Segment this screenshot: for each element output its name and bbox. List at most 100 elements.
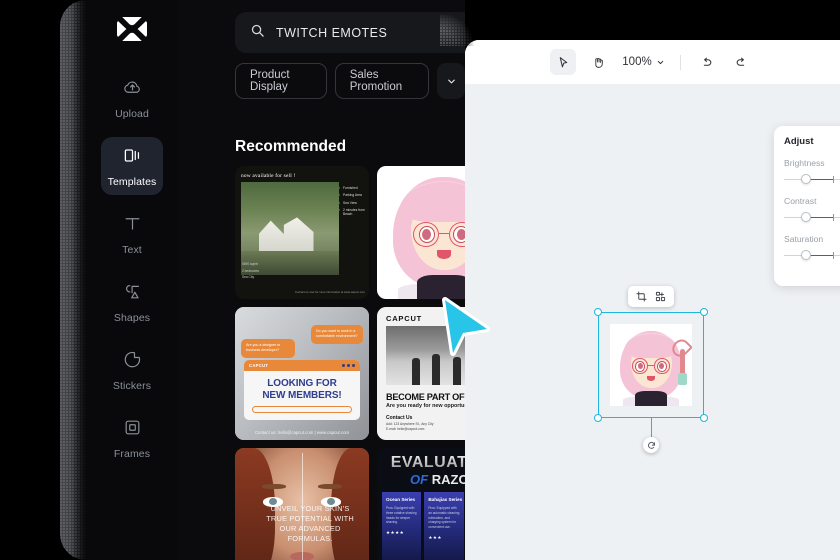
selected-image[interactable] [610, 324, 692, 406]
saturation-slider-knob[interactable] [800, 250, 811, 260]
sidebar-item-frames[interactable]: Frames [101, 409, 163, 467]
template-brand: CAPCUT [249, 363, 269, 368]
template-contact-title: Contact Us [386, 415, 413, 421]
selection-toolbar [628, 286, 674, 307]
contrast-slider-knob[interactable] [800, 212, 811, 222]
capcut-logo-icon[interactable] [117, 16, 147, 47]
cloud-upload-icon [123, 78, 142, 102]
crop-icon[interactable] [636, 291, 647, 302]
toolbar-divider [679, 54, 681, 70]
templates-grid: now available for sell ! Furnished Parki… [235, 166, 465, 560]
screen: 100% Adjust Brightness Contrast Saturati… [0, 0, 840, 560]
resize-handle-bottom-left[interactable] [594, 414, 602, 422]
speech-bubble-2: Do you want to work in a comfortable env… [311, 325, 363, 344]
search-input[interactable]: TWITCH EMOTES [235, 12, 465, 53]
sidebar-item-upload[interactable]: Upload [101, 69, 163, 127]
template-card-real-estate[interactable]: now available for sell ! Furnished Parki… [235, 166, 369, 299]
template-photo [241, 182, 339, 275]
selected-object[interactable] [594, 286, 708, 453]
chevron-down-icon [657, 60, 663, 64]
template-card-skincare[interactable]: UNVEIL YOUR SKIN'S TRUE POTENTIAL WITH O… [235, 448, 369, 560]
adjust-panel: Adjust Brightness Contrast Saturation [774, 126, 840, 286]
razor-column: Ocean Series Pros: Equipped with three r… [382, 492, 422, 560]
templates-icon [123, 146, 142, 170]
sidebar-item-label: Text [122, 244, 142, 256]
canvas-area[interactable]: Adjust Brightness Contrast Saturation [465, 84, 840, 560]
template-subhead: Are you ready for new opportunities? [386, 403, 465, 409]
sidebar-item-label: Stickers [112, 380, 152, 392]
contrast-label: Contrast [784, 196, 817, 206]
sidebar-item-label: Shapes [113, 312, 151, 324]
template-headline: now available for sell ! [241, 173, 296, 179]
template-headline: EVALUATION [377, 454, 465, 472]
templates-panel: Upload Templates Text Shapes Stickers Fr… [60, 0, 465, 560]
hand-icon[interactable] [585, 49, 611, 75]
filter-chip-product-display[interactable]: Product Display [235, 63, 327, 99]
brightness-label: Brightness [784, 158, 825, 168]
remove-background-icon[interactable] [655, 291, 666, 302]
template-photo [386, 326, 465, 385]
rotate-icon[interactable] [643, 437, 659, 453]
zoom-level-label: 100% [622, 56, 652, 68]
editor-window: 100% Adjust Brightness Contrast Saturati… [465, 40, 840, 560]
brightness-slider-knob[interactable] [800, 174, 811, 184]
saturation-slider[interactable] [784, 250, 840, 261]
cursor-arrow-icon[interactable] [550, 49, 577, 75]
template-card-recruitment[interactable]: Do you want to work in a comfortable env… [235, 307, 369, 440]
search-icon [250, 23, 265, 43]
sidebar-item-label: Frames [113, 448, 151, 460]
template-contact: Contact us: hello@capcut.com | www.capcu… [254, 430, 350, 435]
saturation-label: Saturation [784, 234, 824, 244]
resize-handle-bottom-right[interactable] [700, 414, 708, 422]
brightness-slider[interactable] [784, 174, 840, 185]
sticker-icon [123, 350, 142, 374]
template-button-placeholder [252, 406, 352, 413]
filter-chip-sales-promotion[interactable]: Sales Promotion [334, 63, 430, 99]
page-title: Recommended [235, 138, 347, 155]
sidebar-item-stickers[interactable]: Stickers [101, 341, 163, 399]
shapes-icon [123, 282, 142, 306]
more-filters-button[interactable] [437, 63, 465, 99]
template-card-anime-emote[interactable] [377, 166, 465, 299]
template-email: E-mail: hello@capcut.com [386, 427, 425, 431]
templates-content: TWITCH EMOTES Product Display Sales Prom… [178, 0, 465, 560]
sidebar: Upload Templates Text Shapes Stickers Fr… [86, 0, 178, 560]
anime-emote-artwork [377, 166, 465, 299]
resize-handle-top-left[interactable] [594, 308, 602, 316]
template-headline: BECOME PART OF US. [386, 392, 465, 402]
template-subhead: OF RAZOR [377, 472, 465, 487]
contrast-slider[interactable] [784, 212, 840, 223]
adjust-panel-title: Adjust [784, 136, 814, 147]
frames-icon [123, 418, 142, 442]
rotate-connector [651, 418, 653, 438]
chevron-down-icon [447, 79, 455, 83]
text-icon [123, 214, 142, 238]
template-title-of: OF [410, 472, 429, 487]
zoom-control[interactable]: 100% [620, 56, 666, 68]
template-columns: Ocean Series Pros: Equipped with three r… [382, 492, 465, 560]
template-address: Add: 123 Anywhere St., Any City [386, 422, 434, 426]
anime-emote-artwork [610, 324, 692, 406]
template-panel: CAPCUT LOOKING FOR NEW MEMBERS! [244, 360, 360, 420]
template-brand: CAPCUT [386, 314, 423, 323]
template-card-razor-evaluation[interactable]: EVALUATION OF RAZOR Ocean Series Pros: E… [377, 448, 465, 560]
template-bullets: Furnished Parking Area Sea View 2 minute… [339, 186, 366, 220]
razor-column: Bahajias Series Pros: Equipped with an a… [424, 492, 464, 560]
filter-chips: Product Display Sales Promotion [235, 63, 465, 99]
sidebar-item-text[interactable]: Text [101, 205, 163, 263]
sidebar-item-templates[interactable]: Templates [101, 137, 163, 195]
search-input-value: TWITCH EMOTES [276, 25, 388, 40]
template-footer: Contact us now for more information at w… [295, 290, 365, 294]
sidebar-item-shapes[interactable]: Shapes [101, 273, 163, 331]
template-details: 5490 sqmtr 2 bedrooms Sea City [242, 262, 259, 280]
template-headline: LOOKING FOR NEW MEMBERS! [262, 378, 342, 401]
editor-toolbar: 100% [465, 40, 840, 84]
template-card-join-us[interactable]: CAPCUT BECOME PART OF US. Are you ready … [377, 307, 465, 440]
sidebar-item-label: Upload [115, 108, 149, 120]
resize-handle-top-right[interactable] [700, 308, 708, 316]
speech-bubble-1: Are you a designer or business developer… [241, 339, 295, 358]
window-dots-icon [342, 364, 355, 367]
sidebar-item-label: Templates [107, 176, 157, 188]
redo-icon[interactable] [729, 49, 755, 75]
undo-icon[interactable] [694, 49, 720, 75]
